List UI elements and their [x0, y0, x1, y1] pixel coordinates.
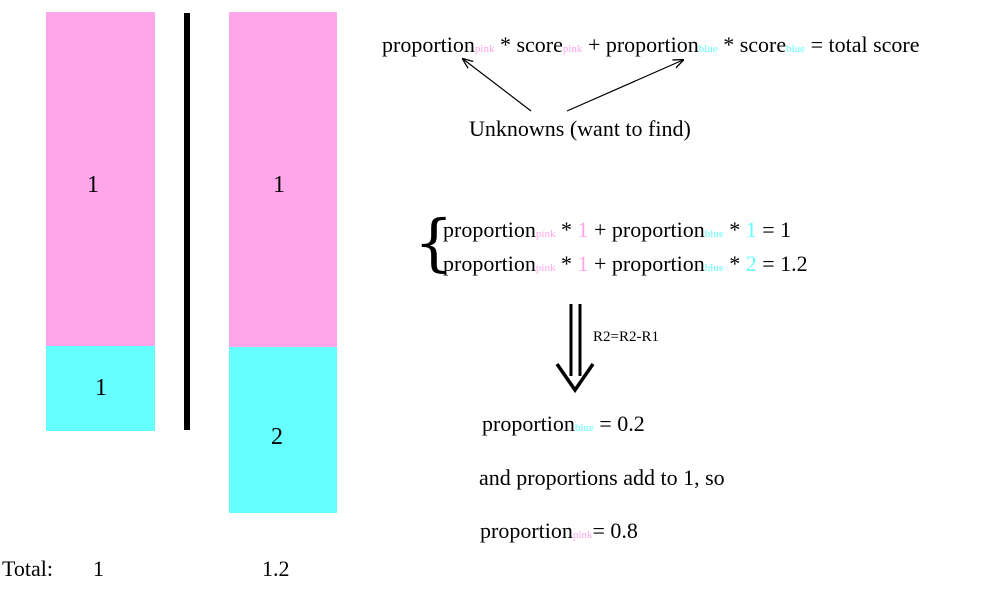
row-operation-label: R2=R2-R1: [593, 329, 659, 345]
result-middle-line: and proportions add to 1, so: [479, 465, 725, 490]
result-pink-value: = 0.8: [592, 518, 638, 543]
double-down-arrow: [555, 304, 595, 394]
proportion-term: proportion: [480, 518, 573, 543]
blue-subscript: blue: [574, 422, 594, 434]
proportion-term: proportion: [482, 411, 575, 436]
result-blue-line: proportionblue = 0.2: [482, 413, 645, 435]
result-blue-value: = 0.2: [599, 411, 645, 436]
result-pink-line: proportionpink= 0.8: [480, 520, 638, 542]
pink-subscript: pink: [572, 529, 593, 541]
